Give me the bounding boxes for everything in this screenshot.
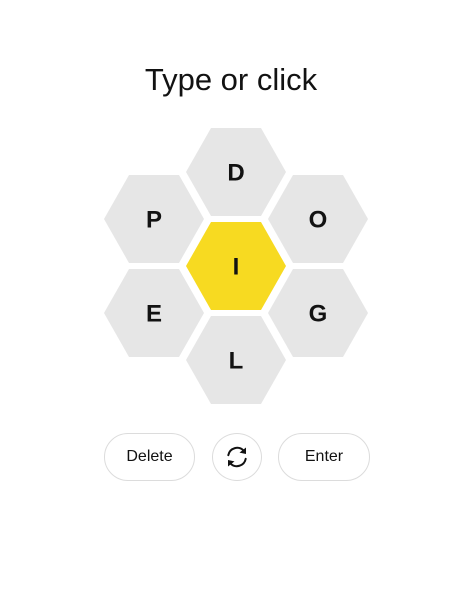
hive-cell-upper-right[interactable]: O — [268, 175, 368, 263]
hive-cell-center[interactable]: I — [186, 222, 286, 310]
shuffle-button[interactable] — [212, 433, 262, 481]
hive-cell-top[interactable]: D — [186, 128, 286, 216]
enter-button[interactable]: Enter — [278, 433, 370, 481]
honeycomb: D O G L E P I — [104, 128, 368, 404]
delete-button[interactable]: Delete — [104, 433, 195, 481]
shuffle-icon — [227, 446, 247, 468]
hive-cell-lower-left[interactable]: E — [104, 269, 204, 357]
hive-cell-lower-right[interactable]: G — [268, 269, 368, 357]
hive-cell-bottom[interactable]: L — [186, 316, 286, 404]
hive-cell-upper-left[interactable]: P — [104, 175, 204, 263]
